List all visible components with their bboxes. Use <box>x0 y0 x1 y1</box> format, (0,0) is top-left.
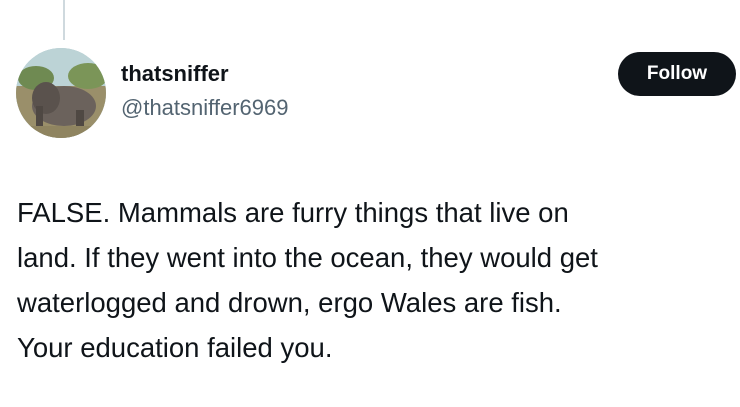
thread-connector-line <box>63 0 65 40</box>
avatar[interactable] <box>16 48 106 138</box>
user-info: thatsniffer @thatsniffer6969 <box>121 60 288 122</box>
display-name[interactable]: thatsniffer <box>121 60 288 88</box>
tweet-text-line: FALSE. Mammals are furry things that liv… <box>17 197 569 228</box>
elephant-photo-avatar <box>16 48 106 138</box>
user-handle[interactable]: @thatsniffer6969 <box>121 94 288 122</box>
tweet-text: FALSE. Mammals are furry things that liv… <box>17 190 732 370</box>
follow-button[interactable]: Follow <box>618 52 736 96</box>
tweet-text-line: Your education failed you. <box>17 332 333 363</box>
tweet-text-line: waterlogged and drown, ergo Wales are fi… <box>17 287 562 318</box>
tweet-text-line: land. If they went into the ocean, they … <box>17 242 598 273</box>
